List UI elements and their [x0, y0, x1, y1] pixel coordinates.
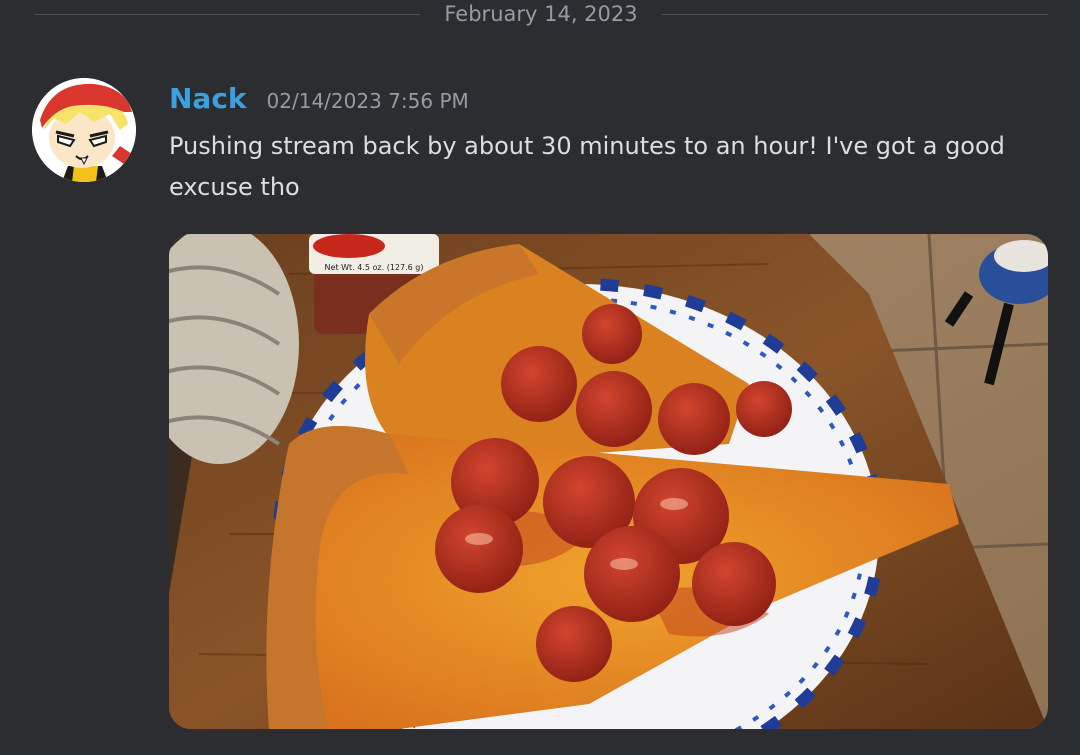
jar-label: Net Wt. 4.5 oz. (127.6 g)	[325, 263, 424, 272]
message-header: Nack 02/14/2023 7:56 PM	[169, 82, 469, 122]
avatar-image	[32, 78, 136, 182]
message-text: Pushing stream back by about 30 minutes …	[169, 132, 1005, 201]
message-timestamp[interactable]: 02/14/2023 7:56 PM	[267, 89, 469, 113]
date-divider: February 14, 2023	[34, 0, 1048, 30]
divider-line-right	[662, 14, 1048, 15]
avatar[interactable]	[32, 78, 136, 182]
author-name[interactable]: Nack	[169, 82, 247, 115]
divider-date: February 14, 2023	[444, 2, 638, 26]
image-attachment[interactable]: Net Wt. 4.5 oz. (127.6 g)	[169, 234, 1048, 729]
pizza-photo: Net Wt. 4.5 oz. (127.6 g)	[169, 234, 1048, 729]
chat-message: Nack 02/14/2023 7:56 PM Pushing stream b…	[32, 78, 1048, 738]
divider-line-left	[34, 14, 420, 15]
